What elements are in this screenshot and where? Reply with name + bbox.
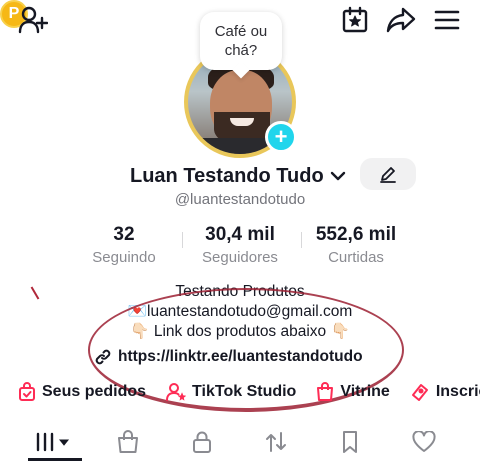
shortcut-label: Seus pedidos [42,383,147,400]
tab-private[interactable] [182,428,222,456]
point-down-emoji: 👇🏻 [130,323,150,340]
bag-check-icon [19,382,35,401]
following-label: Seguindo [92,249,156,266]
profile-shortcuts: Seus pedidos TikTok Studio Vitrine Inscr… [18,380,480,404]
add-photo-plus-icon[interactable]: + [265,121,297,153]
bio-link-text: https://linktr.ee/luantestandotudo [118,348,363,365]
bio-line-2: 💌luantestandotudo@gmail.com [0,301,480,322]
profile-name-row[interactable]: Luan Testando Tudo [130,162,346,190]
shortcut-vitrine[interactable]: Vitrine [316,382,390,402]
profile-handle: @luantestandotudo [174,191,306,208]
tab-shop[interactable] [108,428,148,456]
shortcut-tiktok-studio[interactable]: TikTok Studio [166,382,296,402]
shortcut-label: Inscriç [435,383,480,400]
bubble-line-2: chá? [224,42,258,59]
add-user-icon[interactable] [16,4,50,36]
shop-icon [118,430,138,453]
active-tab-indicator [28,458,82,461]
stat-followers[interactable]: 30,4 mil Seguidores [190,224,290,268]
link-icon [95,349,111,365]
stat-following[interactable]: 32 Seguindo [80,224,168,268]
videos-grid-icon [36,432,70,452]
bookmark-icon [343,431,357,453]
heart-icon [412,431,436,452]
stat-divider [301,232,302,248]
envelope-emoji: 💌 [127,303,147,320]
lock-icon [193,431,211,453]
following-count: 32 [113,224,135,245]
stat-divider [182,232,183,248]
shortcut-label: Vitrine [340,383,390,400]
pencil-icon [380,167,396,183]
share-icon[interactable] [384,4,418,36]
status-note-bubble[interactable]: Café ou chá? [200,12,282,70]
tab-videos[interactable] [34,428,74,456]
edit-profile-button[interactable] [360,158,416,190]
bio-line-1: Testando Produtos [175,283,305,300]
menu-icon[interactable] [430,4,464,36]
profile-tabbar [0,422,480,462]
bio-line-3: 👇🏻 Link dos produtos abaixo 👇🏻 [0,321,480,342]
followers-count: 30,4 mil [205,224,275,245]
shortcut-inscricoes[interactable]: Inscriç [410,382,480,402]
tab-liked[interactable] [404,428,444,456]
ticket-icon [411,384,428,401]
followers-label: Seguidores [202,249,278,266]
likes-label: Curtidas [328,249,384,266]
shortcut-seus-pedidos[interactable]: Seus pedidos [18,382,146,402]
repost-icon [266,432,286,452]
tab-favorites[interactable] [330,428,370,456]
point-down-emoji: 👇🏻 [330,323,350,340]
stat-likes[interactable]: 552,6 mil Curtidas [304,224,408,268]
tab-reposts[interactable] [256,428,296,456]
calendar-star-icon[interactable] [339,4,371,36]
bio-email: luantestandotudo@gmail.com [147,303,353,320]
likes-count: 552,6 mil [315,224,397,245]
bubble-line-1: Café ou [214,23,268,40]
bio-link-caption: Link dos produtos abaixo [153,323,327,340]
chevron-down-icon [330,171,345,181]
profile-name: Luan Testando Tudo [130,164,324,187]
bio-link[interactable]: https://linktr.ee/luantestandotudo [94,346,363,368]
studio-person-icon [166,383,187,401]
shop-bag-icon [317,382,334,401]
shortcut-label: TikTok Studio [192,383,297,400]
